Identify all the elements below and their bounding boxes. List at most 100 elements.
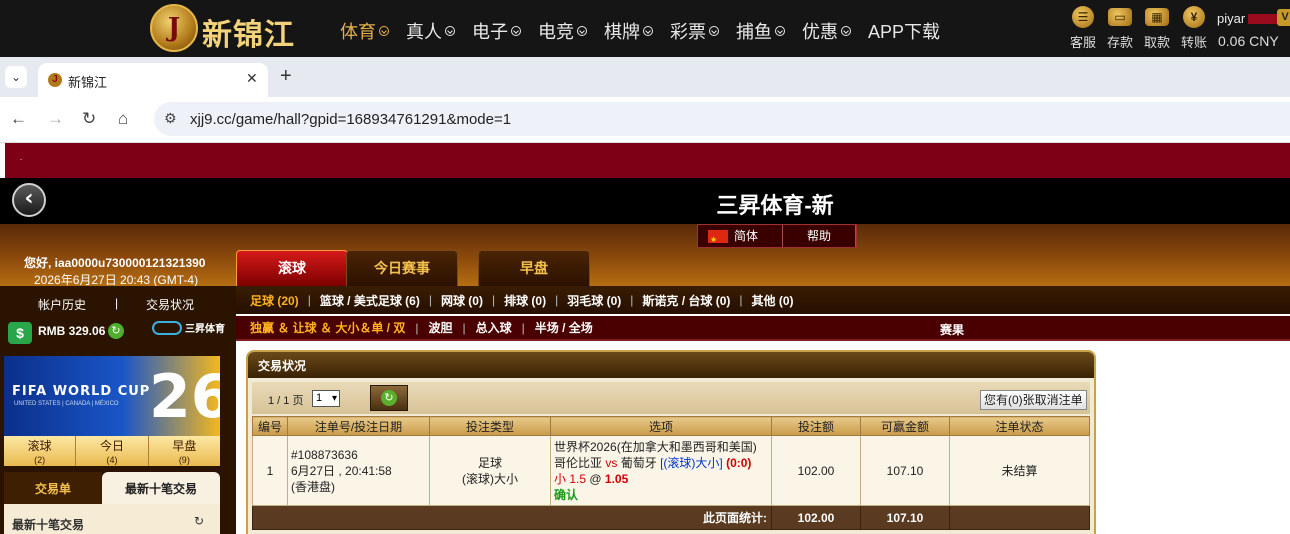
- page-select[interactable]: 1: [312, 390, 340, 407]
- sport-football[interactable]: 足球 (20): [250, 292, 299, 309]
- utility-nav: 简体 帮助: [697, 224, 858, 251]
- col-header: 注单状态: [949, 416, 1090, 436]
- username[interactable]: piyar: [1217, 11, 1245, 26]
- logo-badge[interactable]: J: [150, 4, 198, 52]
- sport-tennis[interactable]: 网球 (0): [441, 292, 483, 309]
- sport-other[interactable]: 其他 (0): [752, 292, 794, 309]
- refresh-balance-icon[interactable]: ↻: [108, 323, 124, 339]
- close-icon[interactable]: ✕: [246, 70, 258, 87]
- nav-separator: |: [415, 320, 419, 335]
- url-text[interactable]: xjj9.cc/game/hall?gpid=168934761291&mode…: [190, 111, 511, 128]
- at-symbol: @: [589, 471, 602, 486]
- browser-tab[interactable]: J 新锦江 ✕: [38, 63, 268, 97]
- cancelled-bets-button[interactable]: 您有(0)张取消注单: [980, 390, 1087, 410]
- sport-basketball[interactable]: 篮球 / 美式足球 (6): [320, 292, 420, 309]
- summary-row: 此页面统计: 102.00 107.10: [252, 505, 1090, 530]
- browser-tab-strip: ⌄ J 新锦江 ✕ +: [0, 57, 1290, 97]
- china-flag-icon: [708, 228, 728, 251]
- new-tab-button[interactable]: +: [280, 65, 292, 88]
- account-history-link[interactable]: 帐户历史: [38, 296, 86, 313]
- forward-arrow-icon[interactable]: →: [47, 109, 64, 129]
- tab-in-play[interactable]: 滚球: [236, 250, 348, 286]
- page-indicator: 1 / 1 页: [268, 395, 304, 407]
- nav-live-casino[interactable]: 真人: [406, 18, 455, 44]
- nav-label: 体育: [340, 22, 376, 42]
- nav-fishing[interactable]: 捕鱼: [736, 18, 785, 44]
- home-team: 哥伦比亚: [554, 455, 603, 470]
- bet-number: 1: [252, 435, 288, 506]
- col-header: 注单号/投注日期: [287, 416, 430, 436]
- bet-total-goals[interactable]: 总入球: [476, 319, 512, 336]
- tab-early[interactable]: 早盘: [478, 250, 590, 286]
- pick: 小 1.5: [554, 471, 587, 486]
- bet-half-full[interactable]: 半场 / 全场: [535, 319, 593, 336]
- stake-amount: 102.00: [771, 435, 861, 506]
- bet-correct-score[interactable]: 波胆: [428, 319, 452, 336]
- chevron-down-icon: [709, 26, 719, 36]
- nav-label: 彩票: [670, 22, 706, 42]
- reload-icon[interactable]: ↻: [82, 109, 96, 129]
- chevron-down-icon: [643, 26, 653, 36]
- nav-separator: |: [555, 293, 559, 307]
- selection-cell: 世界杯2026(在加拿大和墨西哥和美国) 哥伦比亚 vs 葡萄牙 [(滚球)大小…: [550, 435, 772, 506]
- tab-bet-slip[interactable]: 交易单: [4, 472, 102, 504]
- nav-lottery[interactable]: 彩票: [670, 18, 719, 44]
- bet-status-link[interactable]: 交易状况: [146, 296, 194, 313]
- chevron-down-icon: [841, 26, 851, 36]
- nav-cards[interactable]: 棋牌: [604, 18, 653, 44]
- refresh-icon: ↻: [381, 390, 397, 406]
- tab-today[interactable]: 今日赛事: [346, 250, 458, 286]
- match-line: 哥伦比亚 vs 葡萄牙 [(滚球)大小] (0:0): [554, 455, 771, 471]
- count-early[interactable]: 早盘 (9): [149, 436, 220, 466]
- win-amount: 107.10: [860, 435, 950, 506]
- sport-volleyball[interactable]: 排球 (0): [504, 292, 546, 309]
- chevron-down-icon: [511, 26, 521, 36]
- site-settings-icon[interactable]: ⚙: [164, 110, 177, 127]
- deposit-button[interactable]: ▭ 存款: [1100, 6, 1140, 51]
- col-header: 选项: [550, 416, 772, 436]
- help-link[interactable]: 帮助: [783, 225, 857, 247]
- sidebar-tabs: 交易单 最新十笔交易: [4, 472, 220, 504]
- nav-promotions[interactable]: 优惠: [802, 18, 851, 44]
- results-link[interactable]: 赛果: [940, 321, 964, 338]
- league-name: 世界杯2026(在加拿大和墨西哥和美国): [554, 439, 757, 454]
- nav-app-download[interactable]: APP下载: [868, 18, 940, 44]
- nav-sports[interactable]: 体育: [340, 18, 389, 44]
- count-today[interactable]: 今日 (4): [76, 436, 149, 466]
- left-sidebar: 帐户历史 | 交易状况 $ RMB 329.06 ↻ 三昇体育 FIFA WOR…: [0, 286, 236, 534]
- world-cup-banner[interactable]: FIFA WORLD CUP UNITED STATES | CANADA | …: [4, 356, 220, 436]
- tab-search-button[interactable]: ⌄: [5, 66, 27, 88]
- nav-esports[interactable]: 电竞: [538, 18, 587, 44]
- home-icon[interactable]: ⌂: [118, 109, 128, 129]
- brand-name[interactable]: 新锦江: [202, 10, 295, 54]
- ticket-cell: #108873636 6月27日 , 20:41:58 (香港盘): [287, 435, 430, 506]
- col-header: 可赢金额: [860, 416, 950, 436]
- pager-row: 1 / 1 页 1 ↻ 您有(0)张取消注单: [252, 382, 1090, 414]
- count-in-play[interactable]: 滚球 (2): [4, 436, 77, 466]
- recent-bets-title: 最新十笔交易: [12, 518, 85, 532]
- sport-badminton[interactable]: 羽毛球 (0): [567, 292, 621, 309]
- back-arrow-icon[interactable]: ←: [10, 109, 27, 129]
- back-button[interactable]: ‹: [12, 183, 46, 217]
- address-bar[interactable]: ⚙ xjj9.cc/game/hall?gpid=168934761291&mo…: [154, 102, 1290, 136]
- reload-button[interactable]: ↻: [370, 385, 408, 411]
- nav-slots[interactable]: 电子: [472, 18, 521, 44]
- bet-main-markets[interactable]: 独赢 ＆ 让球 ＆ 大小＆单 / 双: [250, 319, 405, 336]
- username-mask: [1248, 14, 1278, 24]
- banner-subtitle: UNITED STATES | CANADA | MÉXICO: [14, 401, 119, 407]
- chevron-down-icon: ⌄: [10, 70, 22, 84]
- logo-letter: J: [167, 13, 181, 43]
- link-separator: |: [115, 296, 119, 310]
- withdraw-button[interactable]: ▦ 取款: [1137, 6, 1177, 51]
- bet-kind: [(滚球)大小]: [660, 455, 723, 470]
- customer-service-button[interactable]: ☰ 客服: [1063, 6, 1103, 51]
- tab-recent-bets[interactable]: 最新十笔交易: [102, 472, 220, 504]
- bet-status: 未结算: [949, 435, 1090, 506]
- bet-type-nav: 独赢 ＆ 让球 ＆ 大小＆单 / 双 | 波胆 | 总入球 | 半场 / 全场 赛果: [236, 316, 1290, 341]
- logo-rings-icon: [152, 321, 182, 335]
- language-selector[interactable]: 简体: [698, 225, 784, 251]
- refresh-icon[interactable]: ↻: [194, 514, 204, 528]
- vip-badge: V: [1277, 9, 1290, 26]
- transfer-button[interactable]: ¥ 转账: [1174, 6, 1214, 51]
- sport-snooker[interactable]: 斯诺克 / 台球 (0): [642, 292, 730, 309]
